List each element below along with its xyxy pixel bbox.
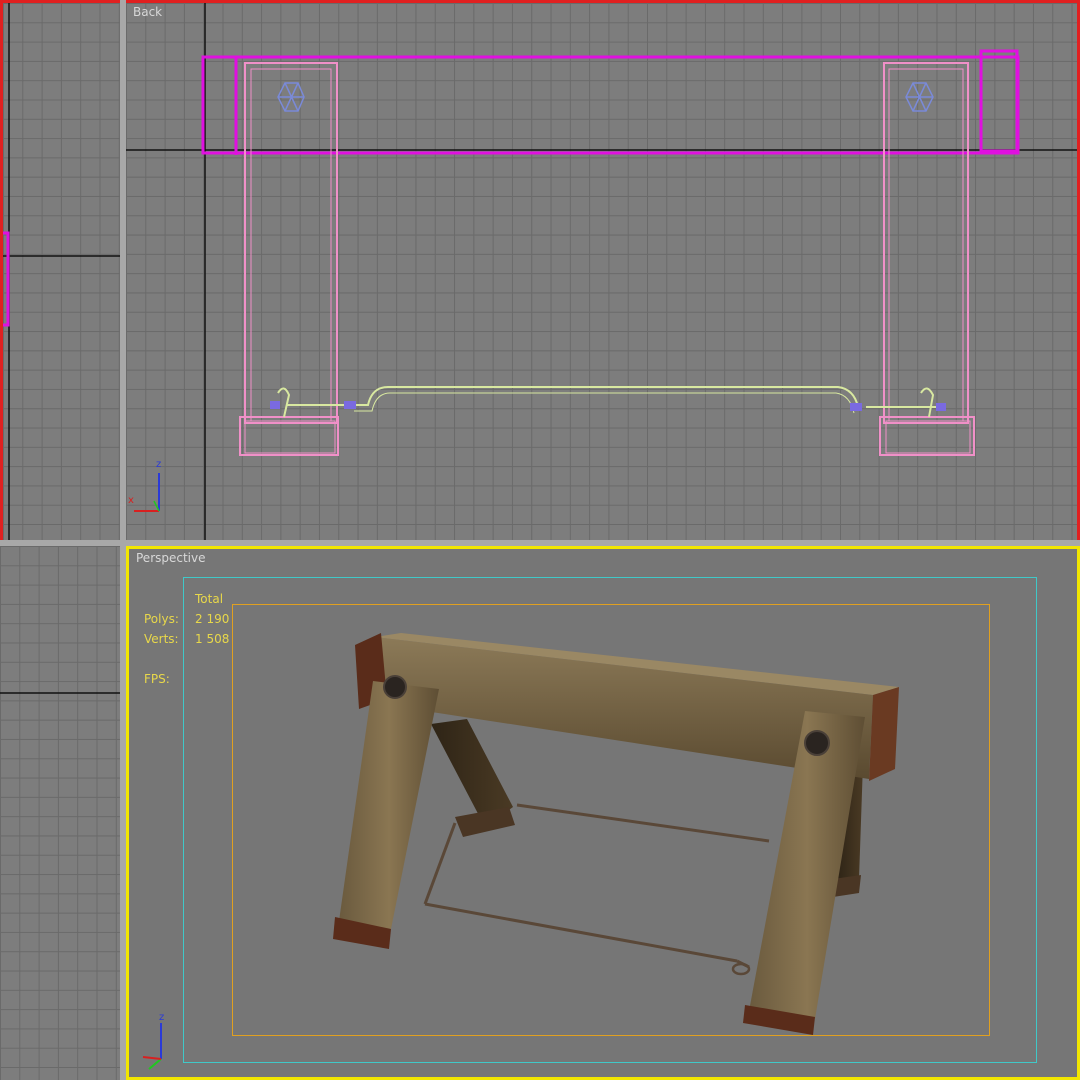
back-wireframe: [126, 3, 1077, 540]
axis-tripod-perspective: [142, 1023, 162, 1070]
bolt-wireframe-left: [277, 82, 305, 112]
axis-z-label-perspective: z: [159, 1012, 165, 1023]
axis-z-label-back: z: [156, 459, 162, 470]
left-top-viewport[interactable]: [0, 0, 120, 540]
axis-tripod-back: [134, 473, 160, 512]
bolt-render-right: [804, 730, 830, 756]
sawhorse-render: [142, 633, 899, 1070]
left-top-wireframe: [3, 3, 120, 540]
rope-wireframe: [277, 386, 936, 418]
back-viewport[interactable]: Back z x: [126, 0, 1080, 540]
rope-loop: [731, 962, 751, 976]
left-bottom-viewport[interactable]: [0, 546, 120, 1080]
left-bottom-grid: [0, 692, 120, 694]
front-leg-left: [333, 681, 439, 949]
rope-knots: [270, 401, 946, 411]
back-leg-left: [431, 719, 515, 837]
bolt-render-left: [383, 675, 407, 699]
bolt-wireframe-right: [905, 82, 934, 112]
leg-wireframe-right: [879, 62, 975, 456]
axis-x-label-back: x: [128, 495, 134, 506]
beam-wireframe: [201, 49, 1020, 155]
perspective-viewport[interactable]: Perspective Total Polys: 2 190 Verts: 1 …: [126, 546, 1080, 1080]
